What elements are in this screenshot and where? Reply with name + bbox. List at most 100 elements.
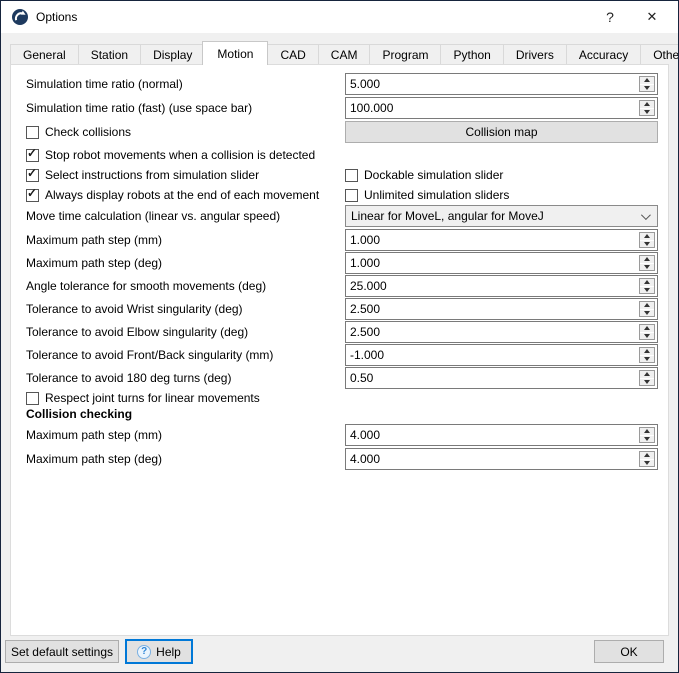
checked-checkbox-icon[interactable]: ✓ [26, 169, 39, 182]
checkbox-check-collisions[interactable]: Check collisions [26, 125, 131, 139]
spinbox-tolerance-to-avoid-180-deg-turns-deg[interactable]: 0.50 [345, 367, 658, 389]
checkbox-label: Always display robots at the end of each… [45, 188, 319, 202]
help-button[interactable]: ? Help [125, 639, 193, 664]
spinbox-tolerance-to-avoid-wrist-singularity-deg[interactable]: 2.500 [345, 298, 658, 320]
titlebar-help-button[interactable]: ? [590, 1, 630, 33]
close-icon[interactable]: ✕ [632, 1, 672, 33]
spin-down-icon[interactable] [640, 264, 654, 271]
field-label-simulation-time-ratio-normal: Simulation time ratio (normal) [26, 77, 183, 91]
settings-row-simulation-time-ratio-fast-use-space-bar: Simulation time ratio (fast) (use space … [11, 97, 668, 119]
settings-row-tolerance-to-avoid-front-back-singularity-mm: Tolerance to avoid Front/Back singularit… [11, 344, 668, 366]
unchecked-checkbox-icon[interactable] [345, 189, 358, 202]
field-label-maximum-path-step-deg: Maximum path step (deg) [26, 452, 162, 466]
unchecked-checkbox-icon[interactable] [345, 169, 358, 182]
check-mark-icon: ✓ [27, 187, 37, 200]
spinbox-maximum-path-step-deg[interactable]: 1.000 [345, 252, 658, 274]
checkbox-respect-joint-turns-for-linear-movements[interactable]: Respect joint turns for linear movements [26, 391, 260, 405]
tab-drivers[interactable]: Drivers [503, 44, 567, 65]
spin-up-icon[interactable] [640, 325, 654, 333]
spin-up-icon[interactable] [640, 302, 654, 310]
spin-up-icon[interactable] [640, 233, 654, 241]
checkbox-stop-robot-movements-when-a-collision-is-detected[interactable]: ✓Stop robot movements when a collision i… [26, 148, 315, 162]
tab-general[interactable]: General [10, 44, 79, 65]
checkbox-unlimited-simulation-sliders[interactable]: Unlimited simulation sliders [345, 188, 509, 202]
spinbox-simulation-time-ratio-normal[interactable]: 5.000 [345, 73, 658, 95]
unchecked-checkbox-icon[interactable] [26, 392, 39, 405]
checkbox-always-display-robots-at-the-end-of-each-movement[interactable]: ✓ Always display robots at the end of eac… [26, 188, 319, 202]
spinbox-value[interactable]: 2.500 [350, 302, 380, 316]
row-control-area: -1.000 [345, 344, 658, 366]
spin-up-icon[interactable] [640, 256, 654, 264]
spin-down-icon[interactable] [640, 436, 654, 443]
tab-motion[interactable]: Motion [202, 41, 268, 65]
spinbox-value[interactable]: 2.500 [350, 325, 380, 339]
spin-down-icon[interactable] [640, 460, 654, 467]
check-mark-icon: ✓ [27, 167, 37, 180]
dropdown-move-time-calculation-linear-vs-angular-speed[interactable]: Linear for MoveL, angular for MoveJ [345, 205, 658, 227]
tab-cad[interactable]: CAD [267, 44, 318, 65]
spin-up-icon[interactable] [640, 101, 654, 109]
tab-program[interactable]: Program [369, 44, 441, 65]
spin-down-icon[interactable] [640, 241, 654, 248]
spin-up-icon[interactable] [640, 77, 654, 85]
spin-down-icon[interactable] [640, 310, 654, 317]
unchecked-checkbox-icon[interactable] [26, 126, 39, 139]
spinbox-angle-tolerance-for-smooth-movements-deg[interactable]: 25.000 [345, 275, 658, 297]
row-control-area: 1.000 [345, 229, 658, 251]
spin-down-icon[interactable] [640, 287, 654, 294]
spinbox-value[interactable]: -1.000 [350, 348, 384, 362]
field-label-maximum-path-step-mm: Maximum path step (mm) [26, 428, 162, 442]
spin-up-icon[interactable] [640, 452, 654, 460]
spinbox-value[interactable]: 4.000 [350, 428, 380, 442]
row-control-area: 2.500 [345, 321, 658, 343]
motion-tab-panel: Simulation time ratio (normal) 5.000 Simul… [10, 64, 669, 636]
spinbox-value[interactable]: 25.000 [350, 279, 387, 293]
ok-button[interactable]: OK [594, 640, 664, 663]
collision-map-button[interactable]: Collision map [345, 121, 658, 143]
spinbox-value[interactable]: 4.000 [350, 452, 380, 466]
spinbox-maximum-path-step-mm[interactable]: 4.000 [345, 424, 658, 446]
tab-bar: GeneralStationDisplayMotionCADCAMProgram… [10, 41, 668, 65]
checkbox-select-instructions-from-simulation-slider[interactable]: ✓Select instructions from simulation sli… [26, 168, 259, 182]
set-default-settings-button[interactable]: Set default settings [5, 640, 119, 663]
tab-display[interactable]: Display [140, 44, 205, 65]
spin-down-icon[interactable] [640, 85, 654, 92]
tab-accuracy[interactable]: Accuracy [566, 44, 641, 65]
checked-checkbox-icon[interactable]: ✓ [26, 189, 39, 202]
options-dialog: Options ? ✕ GeneralStationDisplayMotionC… [0, 0, 679, 673]
chevron-down-icon [641, 210, 651, 220]
spin-down-icon[interactable] [640, 109, 654, 116]
spin-up-icon[interactable] [640, 371, 654, 379]
spinbox-value[interactable]: 1.000 [350, 256, 380, 270]
tab-python[interactable]: Python [440, 44, 503, 65]
spinbox-tolerance-to-avoid-elbow-singularity-deg[interactable]: 2.500 [345, 321, 658, 343]
settings-row-respect-joint-turns-for-linear-movements: Respect joint turns for linear movements [11, 390, 668, 406]
check-mark-icon: ✓ [27, 147, 37, 160]
tab-cam[interactable]: CAM [318, 44, 371, 65]
spin-down-icon[interactable] [640, 356, 654, 363]
spinbox-value[interactable]: 1.000 [350, 233, 380, 247]
spin-down-icon[interactable] [640, 379, 654, 386]
spinbox-value[interactable]: 0.50 [350, 371, 373, 385]
checked-checkbox-icon[interactable]: ✓ [26, 149, 39, 162]
spinbox-maximum-path-step-mm[interactable]: 1.000 [345, 229, 658, 251]
spin-up-icon[interactable] [640, 348, 654, 356]
spinbox-value[interactable]: 5.000 [350, 77, 380, 91]
spin-up-icon[interactable] [640, 279, 654, 287]
tab-other[interactable]: Other [640, 44, 679, 65]
tab-station[interactable]: Station [78, 44, 141, 65]
field-label-angle-tolerance-for-smooth-movements-deg: Angle tolerance for smooth movements (de… [26, 279, 266, 293]
spinbox-simulation-time-ratio-fast-use-space-bar[interactable]: 100.000 [345, 97, 658, 119]
spin-up-icon[interactable] [640, 428, 654, 436]
help-button-label: Help [156, 645, 181, 659]
field-label-tolerance-to-avoid-front-back-singularity-mm: Tolerance to avoid Front/Back singularit… [26, 348, 273, 362]
settings-row-tolerance-to-avoid-180-deg-turns-deg: Tolerance to avoid 180 deg turns (deg)0.… [11, 367, 668, 389]
spin-down-icon[interactable] [640, 333, 654, 340]
checkbox-label: Unlimited simulation sliders [364, 188, 509, 202]
checkbox-dockable-simulation-slider[interactable]: Dockable simulation slider [345, 168, 503, 182]
row-control-area: Linear for MoveL, angular for MoveJ [345, 205, 658, 227]
spinbox-maximum-path-step-deg[interactable]: 4.000 [345, 448, 658, 470]
spinbox-value[interactable]: 100.000 [350, 101, 393, 115]
spinbox-tolerance-to-avoid-front-back-singularity-mm[interactable]: -1.000 [345, 344, 658, 366]
section-header-collision-checking: Collision checking [26, 407, 132, 421]
